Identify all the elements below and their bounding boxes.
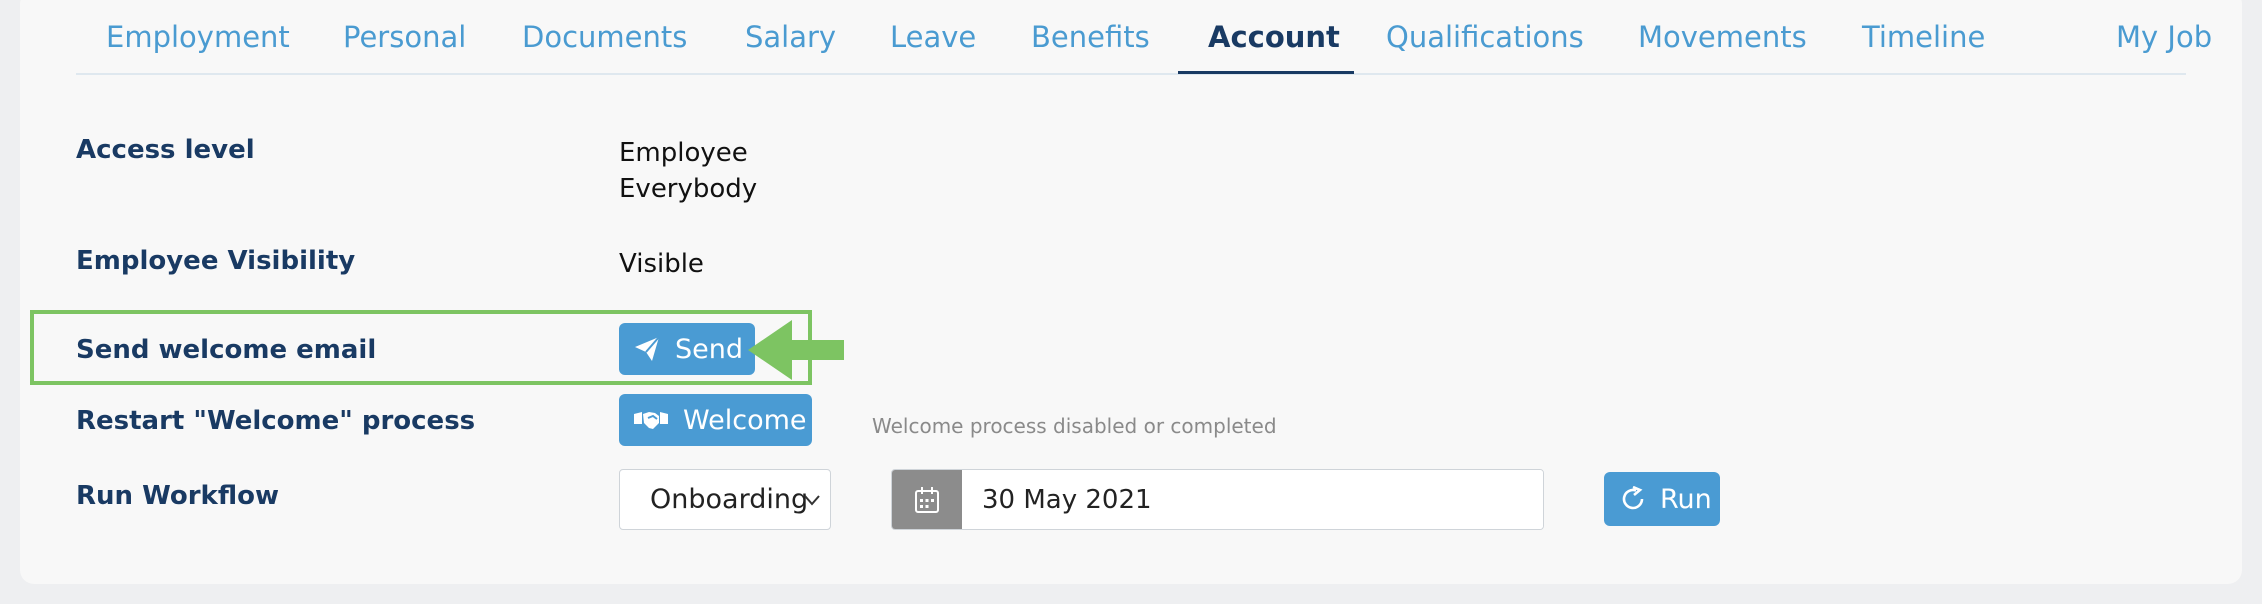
employee-visibility-label: Employee Visibility — [76, 246, 356, 276]
run-button[interactable]: Run — [1604, 472, 1720, 526]
send-welcome-email-label: Send welcome email — [76, 335, 377, 365]
send-button[interactable]: Send — [619, 323, 755, 375]
employee-visibility-value: Visible — [619, 249, 704, 279]
calendar-icon — [915, 486, 939, 513]
paper-plane-icon — [635, 336, 660, 361]
tab-timeline[interactable]: Timeline — [1862, 20, 1985, 54]
date-input[interactable] — [962, 470, 1543, 529]
run-workflow-label: Run Workflow — [76, 481, 279, 511]
welcome-button[interactable]: Welcome — [619, 394, 812, 446]
tab-benefits[interactable]: Benefits — [1031, 20, 1150, 54]
access-level-label: Access level — [76, 135, 255, 165]
tab-personal[interactable]: Personal — [343, 20, 466, 54]
arrow-pointer-icon — [748, 320, 844, 380]
tab-movements[interactable]: Movements — [1638, 20, 1807, 54]
refresh-icon — [1622, 486, 1644, 510]
calendar-button[interactable] — [892, 470, 962, 529]
access-level-value-secondary: Everybody — [619, 174, 758, 204]
tab-salary[interactable]: Salary — [745, 20, 836, 54]
active-tab-indicator — [1178, 71, 1354, 74]
workflow-select[interactable]: Onboarding — [619, 469, 831, 530]
chevron-down-icon — [804, 495, 820, 506]
tab-account[interactable]: Account — [1208, 20, 1340, 54]
date-field — [891, 469, 1544, 530]
tab-qualifications[interactable]: Qualifications — [1386, 20, 1584, 54]
tab-bar: Employment Personal Documents Salary Lea… — [76, 0, 2212, 75]
workflow-select-value: Onboarding — [650, 484, 809, 515]
restart-welcome-label: Restart "Welcome" process — [76, 406, 476, 436]
tab-leave[interactable]: Leave — [890, 20, 976, 54]
tab-documents[interactable]: Documents — [522, 20, 687, 54]
tab-employment[interactable]: Employment — [106, 20, 290, 54]
access-level-value: Employee — [619, 138, 748, 168]
run-button-label: Run — [1660, 483, 1712, 515]
handshake-icon — [634, 412, 668, 429]
tab-my-job[interactable]: My Job — [2116, 20, 2212, 54]
welcome-status-note: Welcome process disabled or completed — [872, 414, 1277, 438]
send-button-label: Send — [675, 333, 744, 365]
welcome-button-label: Welcome — [683, 404, 807, 436]
